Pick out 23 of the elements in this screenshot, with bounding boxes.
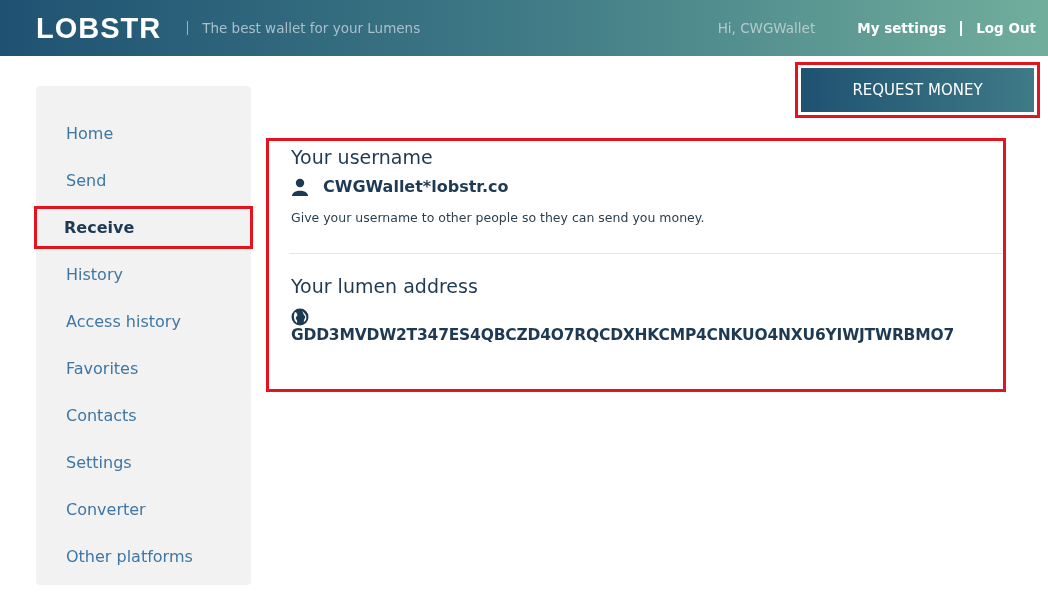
logo[interactable]: LOBSTR — [36, 11, 162, 45]
section-heading: Your lumen address — [291, 274, 478, 299]
greeting: Hi, CWGWallet — [717, 20, 816, 36]
globe-icon — [291, 308, 309, 326]
username-value: CWGWallet*lobstr.co — [323, 177, 509, 196]
sidebar-item[interactable]: Contacts — [36, 394, 251, 437]
sidebar-item[interactable]: Receive — [34, 206, 253, 249]
tagline: The best wallet for your Lumens — [202, 20, 421, 36]
hint-text: Give your username to other people so they can send you money. — [291, 210, 705, 225]
section-heading: Your username — [291, 145, 433, 170]
sidebar-item[interactable]: Access history — [36, 300, 251, 343]
sidebar-item[interactable]: Other platforms — [36, 535, 251, 578]
sidebar-item[interactable]: Converter — [36, 488, 251, 531]
address-value: GDD3MVDW2T347ES4QBCZD4O7RQCDXHKCMP4CNKUO4NXU6YIWJTWRBMO7 — [291, 326, 954, 344]
sidebar-item[interactable]: Favorites — [36, 347, 251, 390]
request-money-button[interactable]: REQUEST MONEY — [801, 68, 1034, 112]
user-icon — [291, 177, 309, 196]
header-link[interactable]: My settings — [857, 20, 947, 36]
sidebar-item[interactable]: Home — [36, 112, 251, 155]
sidebar-item[interactable]: Send — [36, 159, 251, 202]
header-link[interactable]: Log Out — [976, 20, 1036, 36]
sidebar-item[interactable]: Settings — [36, 441, 251, 484]
sidebar-item[interactable]: History — [36, 253, 251, 296]
